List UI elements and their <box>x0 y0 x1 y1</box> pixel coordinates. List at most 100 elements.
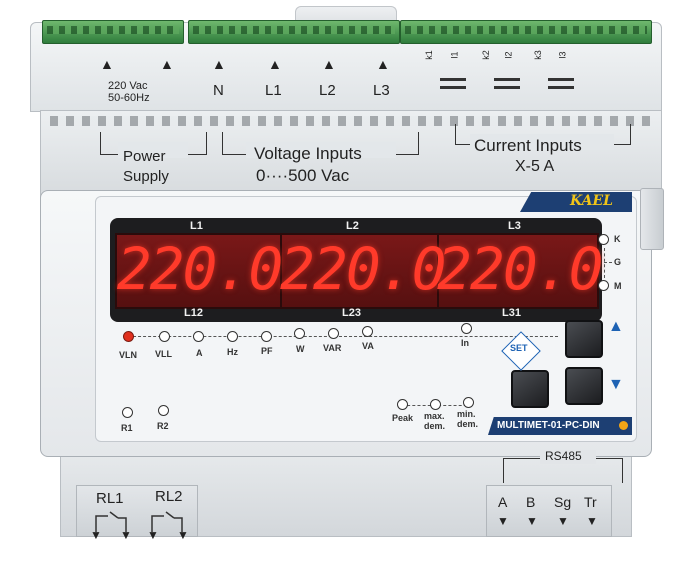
indicator-label-r1: R1 <box>121 423 133 433</box>
terminal-arrow-up-icon: ▲ <box>376 56 390 72</box>
indicator-led-min-dem <box>463 397 474 408</box>
rs485-label: RS485 <box>545 449 582 463</box>
terminal-arrow-up-icon: ▲ <box>100 56 114 72</box>
terminal-block-voltage <box>188 20 400 44</box>
indicator-label-vll: VLL <box>155 349 172 359</box>
indicator-label-peak: Peak <box>392 413 414 423</box>
terminal-bar <box>494 78 520 81</box>
terminal-bar <box>548 78 574 81</box>
terminal-block-current <box>400 20 652 44</box>
terminal-arrow-down-icon: ▼ <box>120 528 132 542</box>
indicator-led-pf <box>261 331 272 342</box>
indicator-label-k: K <box>614 234 621 244</box>
rs485-terminal-foot <box>486 485 612 537</box>
side-clip <box>640 188 664 250</box>
indicator-label-va: VA <box>362 341 374 351</box>
brand-logo: KAEL <box>570 193 613 209</box>
terminal-label-l3: L3 <box>373 82 390 99</box>
indicator-label-pf: PF <box>261 346 273 356</box>
indicator-label-a: A <box>196 348 203 358</box>
terminal-arrow-up-icon: ▲ <box>160 56 174 72</box>
rs485-terminal-tr: Tr <box>584 494 597 510</box>
indicator-link <box>604 248 605 278</box>
display-label-l1: L1 <box>190 220 203 232</box>
terminal-label-k1: k1 <box>423 50 434 60</box>
terminal-block-power <box>42 20 184 44</box>
terminal-label-l1: L1 <box>265 82 282 99</box>
indicator-label-max-dem: max. dem. <box>424 411 446 431</box>
indicator-led-in <box>461 323 472 334</box>
rs485-terminal-sg: Sg <box>554 494 572 510</box>
display-value-l1: 220.0 <box>116 235 284 303</box>
terminal-label-l2-current: l2 <box>503 51 514 59</box>
terminal-label-k2: k2 <box>480 50 491 60</box>
terminal-label-l3-current: l3 <box>557 51 568 59</box>
indicator-led-k <box>598 234 609 245</box>
terminal-bar <box>440 78 466 81</box>
terminal-arrow-down-icon: ▼ <box>557 514 569 528</box>
indicator-label-m: M <box>614 281 622 291</box>
arrow-down-icon[interactable]: ▼ <box>608 376 624 394</box>
terminal-label-power: 220 Vac <box>108 80 148 92</box>
indicator-led-var <box>328 328 339 339</box>
indicator-label-vln: VLN <box>119 350 137 360</box>
terminal-label-l2: L2 <box>319 82 336 99</box>
indicator-label-r2: R2 <box>157 421 169 431</box>
terminal-arrow-down-icon: ▼ <box>586 514 598 528</box>
indicator-led-vll <box>159 331 170 342</box>
relay-label-rl2: RL2 <box>155 488 183 505</box>
indicator-led-w <box>294 328 305 339</box>
indicator-led-max-dem <box>430 399 441 410</box>
group-label-voltage-range: 0····500 Vac <box>256 166 350 185</box>
indicator-label-in: In <box>461 338 469 348</box>
terminal-arrow-up-icon: ▲ <box>212 56 226 72</box>
indicator-label-g: G <box>614 257 622 267</box>
terminal-bar <box>548 86 574 89</box>
terminal-arrow-down-icon: ▼ <box>177 528 189 542</box>
terminal-label-frequency: 50-60Hz <box>108 92 150 104</box>
rs485-terminal-a: A <box>498 494 508 510</box>
group-label-current: Current Inputs <box>474 136 582 155</box>
rs485-terminal-b: B <box>526 494 536 510</box>
relay-label-rl1: RL1 <box>96 490 124 507</box>
terminal-label-n: N <box>213 82 224 99</box>
indicator-label-w: W <box>296 344 305 354</box>
terminal-arrow-down-icon: ▼ <box>526 514 538 528</box>
indicator-link <box>604 262 612 263</box>
display-label-l3: L3 <box>508 220 521 232</box>
indicator-label-hz: Hz <box>227 347 238 357</box>
indicator-led-va <box>362 326 373 337</box>
indicator-label-var: VAR <box>323 343 342 353</box>
indicator-led-r2 <box>158 405 169 416</box>
key-bottom[interactable] <box>565 367 603 405</box>
indicator-led-r1 <box>122 407 133 418</box>
terminal-bar <box>494 86 520 89</box>
indicator-led-m <box>598 280 609 291</box>
terminal-label-l1-current: l1 <box>449 51 460 59</box>
terminal-arrow-down-icon: ▼ <box>147 528 159 542</box>
display-label-l2: L2 <box>346 220 359 232</box>
key-top[interactable] <box>565 320 603 358</box>
group-label-supply: Supply <box>123 168 169 185</box>
terminal-arrow-down-icon: ▼ <box>497 514 509 528</box>
indicator-led-a <box>193 331 204 342</box>
indicator-label-min-dem: min. dem. <box>457 409 479 429</box>
arrow-up-icon[interactable]: ▲ <box>608 318 624 336</box>
terminal-arrow-up-icon: ▲ <box>268 56 282 72</box>
set-label: SET <box>510 343 528 353</box>
terminal-label-k3: k3 <box>532 50 543 60</box>
display-label-l23: L23 <box>342 307 361 319</box>
display-value-l3: 220.0 <box>437 235 604 303</box>
group-label-power: Power <box>123 148 166 165</box>
indicator-led-vln <box>123 331 134 342</box>
terminal-bar <box>440 86 466 89</box>
indicator-led-peak <box>397 399 408 410</box>
display-label-l12: L12 <box>184 307 203 319</box>
terminal-arrow-down-icon: ▼ <box>90 528 102 542</box>
group-label-voltage: Voltage Inputs <box>254 144 362 163</box>
display-value-l2: 220.0 <box>280 235 447 303</box>
display-label-l31: L31 <box>502 307 521 319</box>
status-dot <box>619 421 628 430</box>
key-left[interactable] <box>511 370 549 408</box>
group-label-current-range: X-5 A <box>515 158 555 175</box>
